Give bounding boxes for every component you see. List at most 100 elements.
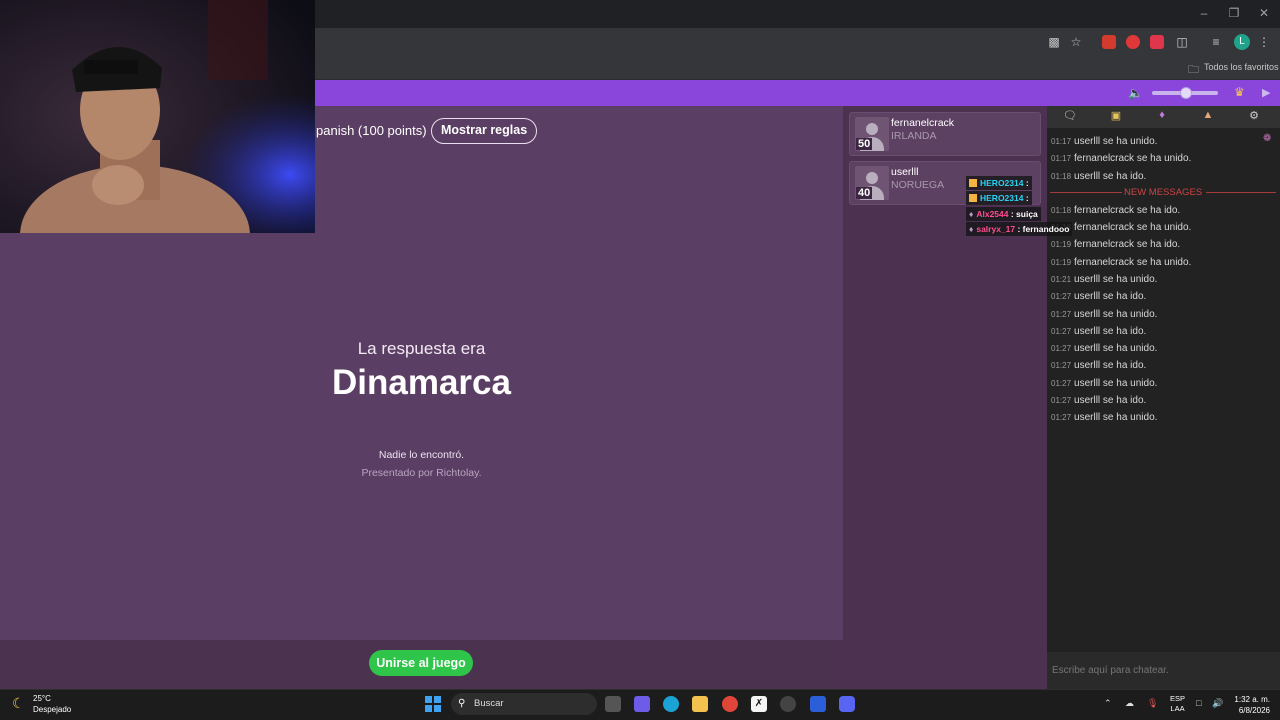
chat-message: 01:17 userlll se ha unido. <box>1051 136 1157 147</box>
cloud-icon[interactable]: ☁ <box>1125 698 1134 709</box>
media-control-icon[interactable]: ≡ <box>1208 34 1224 50</box>
network-icon[interactable]: □ <box>1196 698 1201 708</box>
close-icon[interactable]: ✕ <box>1256 6 1272 20</box>
chat-input[interactable] <box>1047 652 1280 689</box>
chat-text: userlll se ha unido. <box>1074 343 1158 355</box>
language-code: ESP <box>1170 694 1186 703</box>
overlay-chat-message: HERO2314 : <box>966 191 1032 205</box>
chat-bubble-icon[interactable]: 🗨 <box>1047 109 1093 122</box>
task-view-icon[interactable] <box>605 696 621 712</box>
overlay-chat-message: ♦ Alx2544 : suiça <box>966 207 1041 221</box>
gift-icon[interactable]: ▣ <box>1093 109 1139 122</box>
speaker-icon[interactable]: 🔊 <box>1212 698 1223 709</box>
clock[interactable]: 1:32 a. m. 6/8/2026 <box>1228 694 1270 716</box>
chat-text: userlll se ha unido. <box>1074 273 1158 285</box>
subscriber-badge-icon <box>969 179 977 187</box>
chat-text: userlll se ha ido. <box>1074 360 1147 372</box>
crown-icon[interactable]: ♛ <box>1234 85 1245 99</box>
weather-temperature[interactable]: 25°C <box>33 694 51 703</box>
chrome-icon[interactable] <box>722 696 738 712</box>
chat-text: fernanelcrack se ha ido. <box>1074 204 1181 216</box>
folder-icon: 🗀 <box>1188 64 1199 76</box>
player-card[interactable]: 50 fernanelcrack IRLANDA <box>849 112 1041 156</box>
microphone-icon[interactable]: 🎙 <box>1147 698 1158 709</box>
chat-timestamp: 01:27 <box>1051 378 1072 388</box>
dictionary-points-label: panish (100 points) <box>316 123 427 138</box>
chat-text: fernanelcrack se ha unido. <box>1074 153 1192 165</box>
all-bookmarks-link[interactable]: Todos los favoritos <box>1204 62 1279 72</box>
overlay-separator: : <box>1023 178 1029 188</box>
show-rules-button[interactable]: Mostrar reglas <box>431 118 538 144</box>
player-name: userlll <box>891 166 919 178</box>
trophy-icon[interactable]: ▲ <box>1185 109 1231 121</box>
chat-timestamp: 01:21 <box>1051 274 1072 284</box>
discord-icon[interactable] <box>839 696 855 712</box>
viewer-badge-icon: ♦ <box>969 209 974 219</box>
profile-avatar[interactable]: L <box>1234 34 1250 50</box>
keyboard-layout: LAA <box>1170 704 1185 713</box>
chat-message: 01:17 fernanelcrack se ha unido. <box>1051 153 1191 164</box>
extension-red-icon[interactable] <box>1126 35 1140 49</box>
edge-icon[interactable] <box>663 696 679 712</box>
clock-date: 6/8/2026 <box>1238 706 1270 715</box>
windows-start-button[interactable] <box>425 696 441 712</box>
chat-text: userlll se ha unido. <box>1074 412 1158 424</box>
settings-gear-icon[interactable]: ⚙ <box>1231 109 1277 122</box>
play-icon[interactable]: ▶ <box>1262 86 1270 99</box>
overlay-chat-message: HERO2314 : <box>966 176 1032 190</box>
subscriber-badge-icon <box>969 194 977 202</box>
browser-menu-icon[interactable]: ⋮ <box>1256 34 1272 50</box>
viewer-badge-icon: ♦ <box>969 224 974 234</box>
overlay-username: HERO2314 <box>980 178 1024 188</box>
chat-sticker-icon[interactable]: ❁ <box>1263 133 1271 144</box>
award-icon[interactable]: ♦ <box>1139 109 1185 121</box>
chat-text: userlll se ha ido. <box>1074 325 1147 337</box>
chat-timestamp: 01:27 <box>1051 413 1072 423</box>
moon-icon[interactable]: ☾ <box>12 695 25 712</box>
new-messages-divider <box>1050 192 1122 193</box>
chat-message: 01:27 userlll se ha unido. <box>1051 412 1157 423</box>
taskbar-search-box[interactable] <box>451 693 597 715</box>
adblock-extension-icon[interactable] <box>1102 35 1116 49</box>
chat-timestamp: 01:19 <box>1051 257 1072 267</box>
search-icon: ⚲ <box>458 698 466 709</box>
chat-message: 01:27 userlll se ha ido. <box>1051 395 1146 406</box>
copilot-icon[interactable] <box>634 696 650 712</box>
file-explorer-icon[interactable] <box>692 696 708 712</box>
chat-timestamp: 01:27 <box>1051 361 1072 371</box>
language-indicator[interactable]: ESP LAA <box>1170 694 1185 714</box>
answer-label: La respuesta era <box>357 339 486 358</box>
chat-message: 01:27 userlll se ha ido. <box>1051 291 1146 302</box>
weather-description[interactable]: Despejado <box>33 705 71 714</box>
chat-text: userlll se ha ido. <box>1074 395 1147 406</box>
capcut-icon[interactable]: ✗ <box>751 696 767 712</box>
overlay-username: HERO2314 <box>980 193 1024 203</box>
extensions-puzzle-icon[interactable]: ◫ <box>1174 34 1190 50</box>
bookmark-star-icon[interactable]: ☆ <box>1068 34 1084 50</box>
player-score: 40 <box>856 187 873 199</box>
overlay-username: salryx_17 <box>976 224 1016 234</box>
player-name: fernanelcrack <box>891 117 955 129</box>
chat-text: userlll se ha unido. <box>1074 377 1158 389</box>
chat-timestamp: 01:18 <box>1051 205 1072 215</box>
install-app-icon[interactable]: ▩ <box>1046 34 1062 50</box>
chat-message: 01:27 userlll se ha unido. <box>1051 343 1157 354</box>
chat-text: fernanelcrack se ha unido. <box>1074 256 1192 268</box>
chevron-up-icon[interactable]: ⌃ <box>1104 698 1112 709</box>
join-game-button[interactable]: Unirse al juego <box>369 650 473 676</box>
minimize-icon[interactable]: – <box>1196 6 1212 20</box>
restore-icon[interactable]: ❐ <box>1226 6 1242 20</box>
chat-timestamp: 01:17 <box>1051 137 1072 146</box>
obs-icon[interactable] <box>780 696 796 712</box>
volume-icon[interactable]: 🔈 <box>1128 86 1143 100</box>
volume-slider-handle[interactable] <box>1180 87 1192 99</box>
webcam-feed <box>0 0 315 233</box>
avatar: 40 <box>855 166 889 200</box>
app-icon[interactable] <box>810 696 826 712</box>
chat-message: 01:27 userlll se ha ido. <box>1051 326 1146 337</box>
chat-message: 01:27 userlll se ha unido. <box>1051 378 1157 389</box>
chat-timestamp: 01:17 <box>1051 154 1072 164</box>
extension-pink-icon[interactable] <box>1150 35 1164 49</box>
player-score: 50 <box>856 138 873 150</box>
answer-value: Dinamarca <box>332 363 511 402</box>
